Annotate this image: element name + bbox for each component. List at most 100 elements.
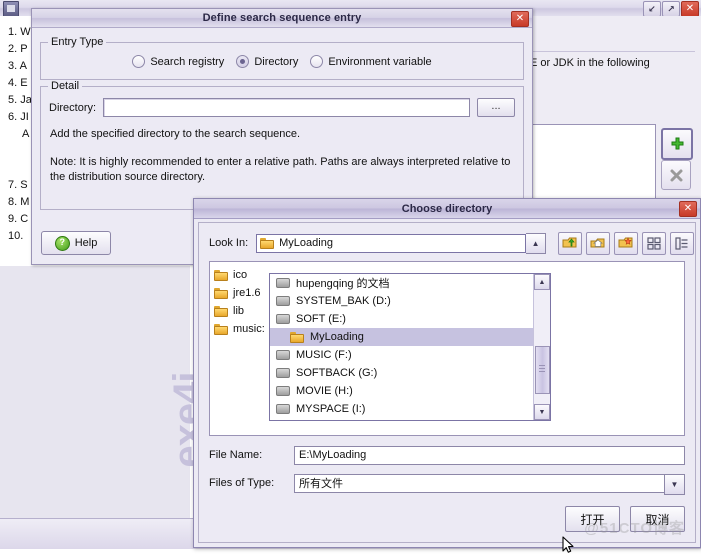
folder-icon [290, 331, 304, 343]
choose-directory-dialog: Choose directory ✕ Look In: MyLoading ▲ [193, 198, 701, 553]
drive-icon [276, 296, 290, 306]
radio-dot-selected-icon [236, 55, 250, 68]
help-button[interactable]: ? Help [41, 231, 111, 255]
dropdown-items: hupengqing 的文档 SYSTEM_BAK (D:) SOFT (E:)… [270, 274, 534, 420]
radio-directory[interactable]: Directory [236, 55, 298, 68]
close-button[interactable]: ✕ [681, 1, 699, 17]
dropdown-scrollbar[interactable]: ▲ ▼ [533, 274, 550, 420]
delete-button[interactable] [661, 160, 691, 190]
look-in-row: Look In: MyLoading ▲ [209, 231, 695, 255]
dropdown-item[interactable]: hupengqing 的文档 [270, 274, 534, 292]
chevron-up-icon: ▲ [538, 278, 546, 286]
open-button[interactable]: 打开 [565, 506, 620, 532]
dropdown-item-label: MyLoading [310, 331, 364, 343]
dropdown-item-label: MYSPACE (I:) [296, 403, 366, 415]
folder-icon [214, 269, 228, 281]
cross-icon [670, 169, 682, 181]
help-icon: ? [54, 235, 70, 251]
dropdown-item-label: MUSIC (F:) [296, 349, 352, 361]
directory-input[interactable] [103, 98, 470, 117]
dialog-button-row: 打开 取消 [565, 506, 685, 532]
files-of-type-select[interactable]: 所有文件 ▼ [294, 473, 685, 495]
dropdown-item[interactable]: MUSIC (F:) [270, 346, 534, 364]
dropdown-item[interactable]: SOFTBACK (G:) [270, 364, 534, 382]
radio-dot-icon [310, 55, 324, 68]
directory-row: Directory: ... [41, 87, 523, 117]
dialog-titlebar[interactable]: Choose directory ✕ [194, 199, 700, 219]
dropdown-item[interactable]: SOFT (E:) [270, 310, 534, 328]
dropdown-item-label: SOFT (E:) [296, 313, 346, 325]
home-button[interactable] [586, 231, 611, 255]
detail-note-line1: Note: It is highly recommended to enter … [50, 156, 511, 168]
radio-label: Environment variable [328, 55, 432, 68]
files-of-type-row: Files of Type: 所有文件 ▼ [209, 473, 685, 495]
file-chooser-toolbar [558, 231, 695, 255]
folder-icon [260, 237, 275, 249]
tiles-view-button[interactable] [642, 231, 667, 255]
files-of-type-label: Files of Type: [209, 477, 275, 489]
dropdown-item[interactable]: MYSPACE (I:) [270, 400, 534, 418]
radio-search-registry[interactable]: Search registry [132, 55, 224, 68]
drive-icon [276, 368, 290, 378]
jre-search-list[interactable] [522, 124, 656, 208]
look-in-dropdown-button[interactable]: ▲ [526, 232, 547, 254]
folder-icon [214, 287, 228, 299]
entry-type-legend: Entry Type [48, 36, 107, 48]
look-in-dropdown-list[interactable]: hupengqing 的文档 SYSTEM_BAK (D:) SOFT (E:)… [269, 273, 551, 421]
entry-type-group: Entry Type Search registry Directory Env… [40, 36, 524, 80]
dialog-content: Look In: MyLoading ▲ ico jre1.6 lib musi… [198, 222, 696, 553]
up-one-level-icon [562, 237, 577, 248]
app-icon [3, 1, 19, 17]
browse-button[interactable]: ... [477, 98, 515, 117]
cancel-button[interactable]: 取消 [630, 506, 685, 532]
radio-label: Search registry [150, 55, 225, 68]
tiles-view-icon [647, 236, 661, 250]
add-button[interactable] [661, 128, 693, 160]
file-name-input[interactable]: E:\MyLoading [294, 445, 685, 465]
dropdown-item-label: SOFTBACK (G:) [296, 367, 378, 379]
scroll-down-button[interactable]: ▼ [534, 404, 550, 420]
files-of-type-value: 所有文件 [299, 478, 343, 490]
dropdown-item[interactable]: SYSTEM_BAK (D:) [270, 292, 534, 310]
mouse-cursor-icon [562, 536, 574, 553]
file-name-row: File Name: E:\MyLoading [209, 445, 685, 465]
chevron-up-icon: ▲ [531, 238, 540, 248]
dropdown-item-label: hupengqing 的文档 [296, 278, 390, 290]
folder-icon [214, 305, 228, 317]
minimize-icon: ↙ [648, 3, 656, 14]
close-icon: ✕ [515, 13, 525, 24]
scroll-up-button[interactable]: ▲ [534, 274, 550, 290]
scrollbar-thumb[interactable] [535, 346, 550, 394]
dialog-titlebar[interactable]: Define search sequence entry ✕ [32, 9, 532, 28]
dialog-title: Choose directory [401, 202, 493, 215]
up-one-level-button[interactable] [558, 231, 583, 255]
close-button[interactable]: ✕ [511, 11, 529, 27]
background-right-text: RE or JDK in the following [522, 57, 650, 69]
dialog-title: Define search sequence entry [202, 12, 362, 24]
dropdown-item[interactable]: MOVIE (H:) [270, 382, 534, 400]
look-in-combo[interactable]: MyLoading [256, 233, 527, 253]
entry-type-radio-row: Search registry Directory Environment va… [41, 43, 523, 79]
radio-environment-variable[interactable]: Environment variable [310, 55, 432, 68]
details-view-button[interactable] [670, 231, 695, 255]
minimize-button[interactable]: ↙ [643, 1, 661, 17]
detail-note-line2: the distribution source directory. [50, 171, 206, 183]
file-label: music: [233, 323, 265, 335]
chevron-down-icon: ▼ [538, 408, 546, 416]
drive-icon [276, 350, 290, 360]
chevron-down-icon: ▼ [670, 479, 679, 489]
radio-label: Directory [254, 55, 299, 68]
files-of-type-dropdown-button[interactable]: ▼ [664, 473, 685, 495]
new-folder-icon [618, 237, 633, 248]
close-button[interactable]: ✕ [679, 201, 697, 217]
maximize-button[interactable]: ↗ [662, 1, 680, 17]
detail-group: Detail Directory: ... Add the specified … [40, 80, 524, 210]
dropdown-item-selected[interactable]: MyLoading [270, 328, 534, 346]
file-label: jre1.6 [233, 287, 261, 299]
drive-icon [276, 278, 290, 288]
plus-icon [671, 137, 683, 149]
drive-icon [276, 314, 290, 324]
close-icon: ✕ [683, 203, 693, 214]
drive-icon [276, 404, 290, 414]
new-folder-button[interactable] [614, 231, 639, 255]
